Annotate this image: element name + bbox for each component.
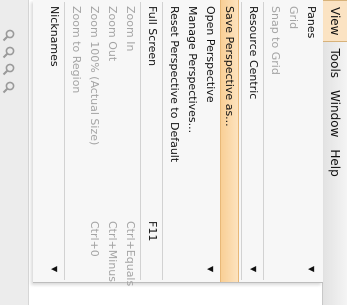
rotated-view: View Tools Window Help Panes ▼ Grid Snap… <box>0 0 347 305</box>
menu-item-zoom-to-region[interactable]: Zoom to Region <box>69 0 84 282</box>
menu-item-shortcut: Ctrl+Equals <box>124 221 137 287</box>
menu-item-zoom-in[interactable]: Zoom In Ctrl+Equals <box>123 0 138 286</box>
menu-item-label: Zoom Out <box>106 6 119 62</box>
menu-item-zoom-out[interactable]: Zoom Out Ctrl+Minus <box>105 0 120 282</box>
menubar-window[interactable]: Window <box>323 84 347 143</box>
menu-item-shortcut: Ctrl+0 <box>88 221 101 257</box>
menubar-view[interactable]: View <box>323 0 347 43</box>
menu-item-label: Panes <box>305 6 318 39</box>
view-menu-dropdown: Panes ▼ Grid Snap to Grid Resource Centr… <box>33 0 323 286</box>
menu-item-label: Manage Perspectives... <box>186 6 199 134</box>
menubar-tools[interactable]: Tools <box>323 42 347 84</box>
menu-item-reset-perspective[interactable]: Reset Perspective to Default <box>167 0 182 282</box>
menu-item-label: Zoom to Region <box>70 6 83 94</box>
menu-item-open-perspective[interactable]: Open Perspective ▼ <box>203 0 218 282</box>
menu-separator <box>241 2 242 280</box>
menu-item-zoom-100[interactable]: Zoom 100% (Actual Size) Ctrl+0 <box>87 0 102 282</box>
menu-item-label: Snap to Grid <box>269 6 282 75</box>
menu-bar: View Tools Window Help <box>322 0 347 305</box>
submenu-arrow-icon: ▼ <box>206 266 215 273</box>
menu-item-manage-perspectives[interactable]: Manage Perspectives... <box>185 0 200 282</box>
menubar-help[interactable]: Help <box>323 143 347 182</box>
menu-item-snap-to-grid[interactable]: Snap to Grid <box>268 0 283 282</box>
menu-item-panes[interactable]: Panes ▼ <box>304 0 319 282</box>
menu-item-save-perspective[interactable]: Save Perspective as... <box>220 0 239 282</box>
submenu-arrow-icon: ▼ <box>307 266 316 273</box>
menu-item-label: Grid <box>287 6 300 30</box>
menu-item-shortcut: F11 <box>146 221 159 242</box>
menu-item-grid[interactable]: Grid <box>286 0 301 282</box>
menu-separator <box>64 2 65 280</box>
submenu-arrow-icon: ▼ <box>50 266 59 273</box>
menu-item-full-screen[interactable]: Full Screen F11 <box>145 0 160 282</box>
menu-item-nicknames[interactable]: Nicknames ▼ <box>47 0 62 282</box>
menu-separator <box>140 2 141 280</box>
menu-item-label: Full Screen <box>146 6 159 67</box>
menu-item-label: Zoom In <box>124 6 137 52</box>
menu-item-label: Open Perspective <box>204 6 217 103</box>
menu-item-shortcut: Ctrl+Minus <box>106 221 119 283</box>
submenu-arrow-icon: ▼ <box>249 266 258 273</box>
menu-item-label: Resource Centric <box>247 6 260 100</box>
menu-item-label: Zoom 100% (Actual Size) <box>88 6 101 146</box>
menu-item-resource-centric[interactable]: Resource Centric ▼ <box>246 0 261 282</box>
screen: View Tools Window Help Panes ▼ Grid Snap… <box>0 0 347 305</box>
menu-separator <box>162 2 163 280</box>
menu-item-label: Reset Perspective to Default <box>168 6 181 163</box>
menu-item-label: Save Perspective as... <box>223 6 236 127</box>
menu-item-label: Nicknames <box>48 6 61 67</box>
menu-separator <box>263 2 264 280</box>
